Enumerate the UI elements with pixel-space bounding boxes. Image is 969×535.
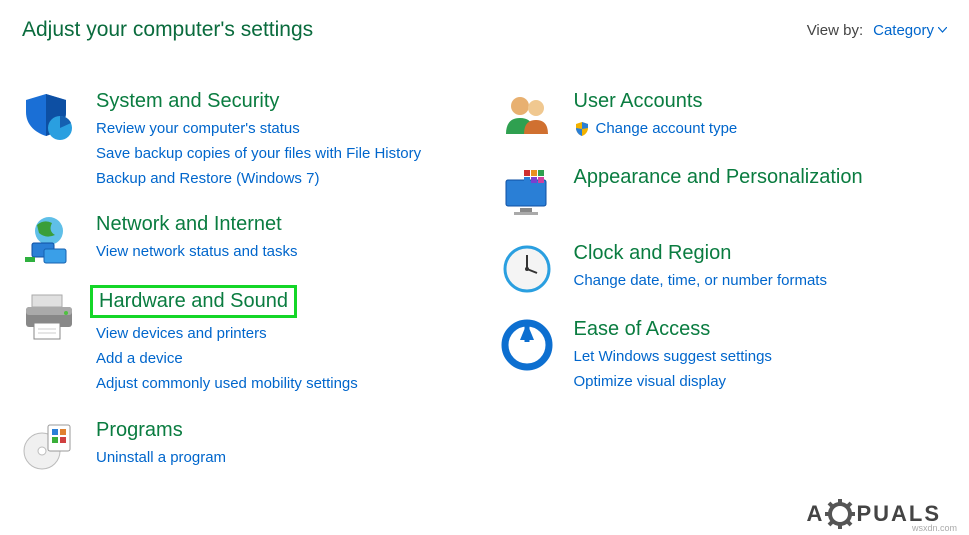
uac-shield-icon <box>574 121 590 137</box>
devices-printers-link[interactable]: View devices and printers <box>96 322 426 347</box>
clock-icon <box>500 242 554 296</box>
right-column: User Accounts Change account type <box>500 90 948 495</box>
user-accounts-icon <box>500 90 554 144</box>
file-history-link[interactable]: Save backup copies of your files with Fi… <box>96 142 426 167</box>
optimize-visual-link[interactable]: Optimize visual display <box>574 370 904 395</box>
windows-suggest-link[interactable]: Let Windows suggest settings <box>574 345 904 370</box>
category-hardware-sound: Hardware and Sound View devices and prin… <box>22 289 470 396</box>
hardware-sound-title[interactable]: Hardware and Sound <box>90 285 297 318</box>
network-internet-title[interactable]: Network and Internet <box>96 213 282 236</box>
category-appearance: Appearance and Personalization <box>500 166 948 220</box>
ease-of-access-title[interactable]: Ease of Access <box>574 318 711 341</box>
view-by-label: View by: <box>807 22 863 39</box>
network-status-link[interactable]: View network status and tasks <box>96 240 426 265</box>
change-account-type-link[interactable]: Change account type <box>574 117 904 142</box>
programs-title[interactable]: Programs <box>96 419 183 442</box>
category-network-internet: Network and Internet View network status… <box>22 213 470 267</box>
attribution-text: wsxdn.com <box>912 523 957 533</box>
add-device-link[interactable]: Add a device <box>96 347 426 372</box>
review-status-link[interactable]: Review your computer's status <box>96 117 426 142</box>
printer-icon <box>22 289 76 343</box>
shield-chart-icon <box>22 90 76 144</box>
category-clock-region: Clock and Region Change date, time, or n… <box>500 242 948 296</box>
view-by-dropdown[interactable]: Category <box>873 22 947 39</box>
category-user-accounts: User Accounts Change account type <box>500 90 948 144</box>
ease-of-access-icon <box>500 318 554 372</box>
left-column: System and Security Review your computer… <box>22 90 470 495</box>
mobility-settings-link[interactable]: Adjust commonly used mobility settings <box>96 372 426 397</box>
category-ease-of-access: Ease of Access Let Windows suggest setti… <box>500 318 948 395</box>
network-globe-icon <box>22 213 76 267</box>
date-time-formats-link[interactable]: Change date, time, or number formats <box>574 269 904 294</box>
gear-icon <box>825 499 855 529</box>
page-title: Adjust your computer's settings <box>22 18 313 42</box>
change-account-type-text: Change account type <box>596 117 738 142</box>
chevron-down-icon <box>938 27 947 33</box>
appearance-title[interactable]: Appearance and Personalization <box>574 166 863 189</box>
backup-restore-link[interactable]: Backup and Restore (Windows 7) <box>96 167 426 192</box>
system-security-title[interactable]: System and Security <box>96 90 279 113</box>
watermark-pre: A <box>807 501 825 527</box>
uninstall-program-link[interactable]: Uninstall a program <box>96 446 426 471</box>
view-by-value: Category <box>873 22 934 39</box>
clock-region-title[interactable]: Clock and Region <box>574 242 732 265</box>
view-by-control: View by: Category <box>807 22 947 39</box>
personalization-icon <box>500 166 554 220</box>
category-system-security: System and Security Review your computer… <box>22 90 470 191</box>
category-programs: Programs Uninstall a program <box>22 419 470 473</box>
programs-disc-icon <box>22 419 76 473</box>
user-accounts-title[interactable]: User Accounts <box>574 90 703 113</box>
